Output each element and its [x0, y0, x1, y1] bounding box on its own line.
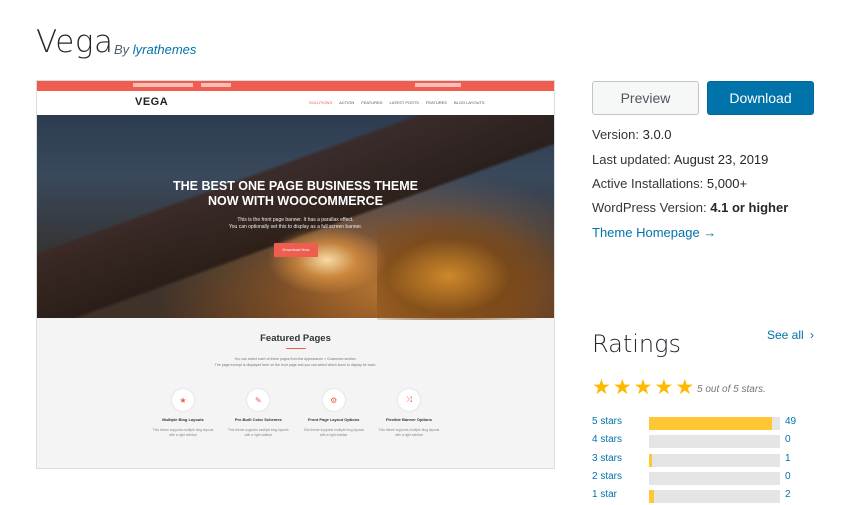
rating-summary: 5 out of 5 stars.: [697, 384, 766, 395]
star-icon: ★: [675, 376, 695, 399]
rating-row[interactable]: 4 stars 0: [592, 434, 802, 448]
by-label: By: [114, 42, 130, 57]
featured-description: You can select each of these pages from …: [37, 356, 554, 368]
rating-label[interactable]: 2 stars: [592, 471, 622, 482]
star-icon: ★: [654, 376, 674, 399]
meta-value: 4.1 or higher: [710, 200, 789, 215]
hero-subtitle: This is the front page banner. It has a …: [37, 217, 554, 231]
meta-wp-version: WordPress Version: 4.1 or higher: [592, 200, 788, 215]
rating-count[interactable]: 49: [785, 416, 796, 427]
rating-bar: [649, 454, 780, 467]
theme-title: Vega: [36, 24, 114, 60]
chevron-right-icon: ›: [810, 328, 815, 342]
featured-cards: ★ Multiple Blog Layouts This theme suppo…: [151, 389, 441, 438]
rating-count[interactable]: 0: [785, 471, 791, 482]
star-icon: ★: [172, 389, 194, 411]
featured-title: Featured Pages: [260, 333, 331, 344]
gear-icon: ⚙: [322, 389, 345, 411]
author-link[interactable]: lyrathemes: [133, 42, 197, 57]
featured-card: ★ Multiple Blog Layouts This theme suppo…: [151, 389, 215, 438]
preview-button[interactable]: Preview: [592, 81, 699, 115]
meta-label: Version:: [592, 127, 639, 142]
see-all-link[interactable]: See all ›: [767, 328, 814, 342]
hero-title-line: THE BEST ONE PAGE BUSINESS THEME: [173, 179, 418, 193]
card-desc: This theme supports multiple blog layout…: [378, 428, 440, 437]
meta-value: 5,000+: [706, 176, 748, 191]
rating-bar-fill: [649, 490, 655, 503]
screenshot-navbar: VEGA SOLUTIONS ACTION FEATURED LATEST PO…: [37, 91, 554, 115]
meta-label: Last updated:: [592, 152, 671, 167]
meta-value: August 23, 2019: [673, 152, 769, 167]
meta-label: WordPress Version:: [592, 200, 707, 215]
star-rating: ★ ★ ★ ★ ★: [592, 376, 695, 399]
screenshot-menu-item: SOLUTIONS: [309, 100, 333, 105]
meta-value: 3.0.0: [642, 127, 672, 142]
rating-row[interactable]: 1 star 2: [592, 489, 802, 503]
brush-icon: ✎: [247, 389, 270, 411]
theme-homepage-link[interactable]: Theme Homepage →: [592, 225, 716, 240]
screenshot-menu-item: LATEST POSTS: [389, 100, 419, 105]
meta-installs: Active Installations: 5,000+: [592, 176, 747, 191]
meta-version: Version: 3.0.0: [592, 127, 672, 142]
rating-bar: [649, 435, 780, 448]
screenshot-menu: SOLUTIONS ACTION FEATURED LATEST POSTS F…: [309, 100, 485, 105]
card-title: Multiple Blog Layouts: [162, 417, 204, 422]
tent-glow: [267, 225, 387, 295]
screenshot-menu-item: FEATURED: [361, 100, 383, 105]
card-title: Pre-Built Color Schemes: [234, 417, 282, 422]
hero-button: Download Now: [274, 243, 318, 257]
featured-description-line: The page excerpt is displayed here on th…: [214, 363, 377, 367]
hero-subtitle-line: You can optionally set this to display a…: [228, 224, 363, 230]
screenshot-menu-item: BLOG LAYOUTS: [453, 100, 485, 105]
rating-count[interactable]: 0: [785, 434, 791, 445]
rating-row[interactable]: 3 stars 1: [592, 453, 802, 467]
screenshot-hero-banner: THE BEST ONE PAGE BUSINESS THEME NOW WIT…: [37, 115, 554, 320]
shuffle-icon: ⤨: [397, 389, 420, 411]
theme-author: By lyrathemes: [114, 42, 196, 57]
featured-card: ⚙ Front Page Layout Options This theme s…: [302, 389, 366, 438]
hero-title-line: NOW WITH WOOCOMMERCE: [208, 194, 383, 208]
star-icon: ★: [612, 376, 632, 399]
theme-screenshot: VEGA SOLUTIONS ACTION FEATURED LATEST PO…: [36, 80, 555, 469]
screenshot-menu-item: FEATURES: [425, 100, 447, 105]
rating-row[interactable]: 5 stars 49: [592, 416, 802, 430]
rating-row[interactable]: 2 stars 0: [592, 471, 802, 485]
rating-bar: [649, 490, 780, 503]
card-desc: This theme supports multiple blog layout…: [152, 428, 214, 437]
star-icon: ★: [633, 376, 653, 399]
rating-bar-fill: [649, 454, 652, 467]
rating-label[interactable]: 5 stars: [592, 416, 622, 427]
card-desc: This theme supports multiple blog layout…: [303, 428, 364, 437]
screenshot-logo: VEGA: [135, 96, 169, 108]
card-title: Flexible Banner Options: [385, 417, 432, 422]
rating-bar: [649, 472, 780, 485]
card-title: Front Page Layout Options: [307, 417, 360, 422]
screenshot-topbar: [37, 81, 554, 91]
rating-count[interactable]: 1: [785, 453, 791, 464]
rating-label[interactable]: 4 stars: [592, 434, 622, 445]
screenshot-menu-item: ACTION: [339, 100, 355, 105]
star-icon: ★: [592, 376, 611, 399]
featured-card: ⤨ Flexible Banner Options This theme sup…: [377, 389, 441, 438]
featured-divider: [286, 348, 306, 349]
rating-bar-fill: [649, 417, 773, 430]
see-all-label: See all: [767, 328, 804, 342]
download-button[interactable]: Download: [707, 81, 814, 115]
meta-last-updated: Last updated: August 23, 2019: [592, 152, 768, 167]
hero-subtitle-line: This is the front page banner. It has a …: [237, 217, 354, 223]
ratings-title: Ratings: [592, 330, 682, 358]
featured-card: ✎ Pre-Built Color Schemes This theme sup…: [226, 389, 290, 438]
hero-title: THE BEST ONE PAGE BUSINESS THEME NOW WIT…: [37, 179, 554, 209]
rating-bar: [649, 417, 780, 430]
meta-label: Active Installations:: [592, 176, 704, 191]
card-desc: This theme supports multiple blog layout…: [228, 428, 289, 437]
rating-label[interactable]: 3 stars: [592, 453, 622, 464]
rating-label[interactable]: 1 star: [592, 489, 617, 500]
rating-count[interactable]: 2: [785, 489, 791, 500]
